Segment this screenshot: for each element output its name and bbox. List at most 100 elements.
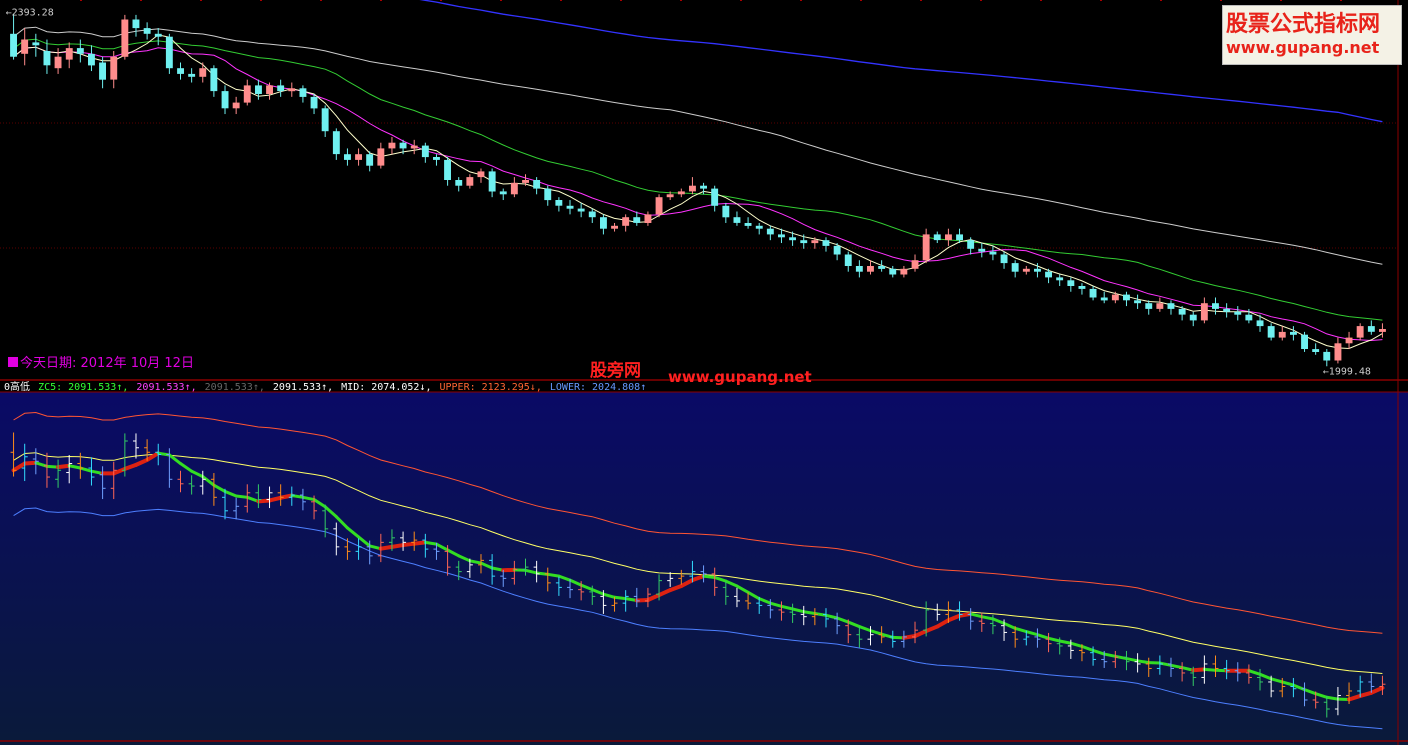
candle-body — [1056, 277, 1064, 281]
candle-body — [132, 19, 140, 29]
candle-body — [277, 85, 285, 92]
high-price-label: ←2393.28 — [6, 8, 54, 19]
candle-body — [1034, 268, 1041, 272]
candle-body — [1111, 294, 1119, 301]
candle-body — [1089, 288, 1097, 298]
zc5-segment — [1136, 659, 1151, 665]
indicator-legend: 0高低 ZC5: 2091.533↑, 2091.533↑, 2091.533↑… — [4, 378, 648, 393]
candle-body — [700, 185, 707, 189]
candle-body — [622, 217, 630, 226]
indicator-item-6: LOWER: 2024.808↑ — [549, 382, 647, 393]
candle-body — [989, 251, 997, 255]
candle-body — [43, 51, 51, 66]
candle-body — [900, 268, 908, 275]
candle-body — [1323, 351, 1331, 361]
watermark-url: www.gupang.net — [668, 368, 812, 386]
candle-body — [399, 142, 407, 149]
candle-body — [1067, 280, 1075, 286]
candle-body — [733, 217, 741, 223]
candle-body — [889, 268, 897, 275]
candle-body — [1000, 254, 1008, 264]
candle-body — [1234, 311, 1242, 315]
low-price-label: ←1999.48 — [1323, 366, 1371, 377]
candle-body — [121, 19, 129, 57]
candle-body — [522, 180, 529, 183]
candle-body — [778, 234, 785, 238]
candle-body — [1223, 308, 1231, 312]
zc5-segment — [290, 494, 305, 499]
candle-body — [88, 53, 95, 66]
candle-body — [1200, 303, 1208, 321]
candle-body — [600, 217, 607, 229]
candle-body — [711, 188, 719, 206]
candle-body — [1189, 314, 1197, 321]
candle-body — [455, 180, 463, 186]
candle-body — [533, 180, 541, 189]
candle-body — [510, 182, 518, 195]
candle-body — [1134, 300, 1141, 304]
candle-body — [1100, 297, 1108, 301]
candle-body — [878, 266, 886, 269]
candle-body — [811, 240, 819, 244]
candle-body — [1123, 294, 1130, 301]
candle-body — [21, 39, 29, 54]
logo-title: 股票公式指标网 — [1226, 12, 1381, 37]
candle-body — [1045, 271, 1052, 278]
date-text: 今天日期: 2012年 10月 12日 — [20, 356, 194, 371]
zc5-segment — [1202, 667, 1217, 672]
candle-body — [477, 171, 485, 178]
candle-body — [922, 234, 930, 261]
candle-body — [377, 148, 385, 166]
candle-body — [555, 200, 563, 206]
candle-body — [1278, 331, 1286, 338]
candle-body — [1011, 263, 1019, 272]
candle-body — [588, 211, 596, 218]
candle-body — [1301, 334, 1308, 349]
indicator-name: 0高低 — [4, 382, 31, 393]
candle-body — [32, 42, 40, 46]
candle-body — [544, 188, 552, 201]
candle-body — [789, 237, 796, 241]
candle-body — [1178, 308, 1186, 315]
date-marker-icon — [8, 357, 18, 367]
candle-body — [1167, 303, 1175, 309]
candle-body — [310, 96, 318, 109]
candle-body — [154, 33, 162, 37]
candle-body — [1145, 303, 1153, 309]
candle-body — [76, 48, 84, 54]
candle-body — [611, 225, 618, 229]
zc5-segment — [423, 540, 438, 546]
indicator-item-4: MID: 2074.052↓, — [341, 382, 432, 393]
candle-body — [143, 28, 151, 34]
indicator-item-2: 2091.533↑, — [204, 382, 265, 393]
candle-body — [54, 56, 62, 69]
zc5-segment — [1325, 695, 1340, 701]
candle-body — [967, 240, 975, 249]
candle-body — [744, 223, 752, 226]
candle-body — [1212, 303, 1219, 309]
candle-body — [10, 33, 17, 57]
candle-body — [433, 157, 440, 160]
candle-body — [444, 159, 451, 180]
candle-body — [210, 68, 218, 92]
candle-body — [655, 197, 663, 215]
candle-body — [1345, 337, 1353, 344]
candle-body — [1379, 329, 1386, 332]
candle-body — [332, 131, 340, 155]
candle-body — [689, 185, 696, 192]
candle-body — [1356, 326, 1364, 338]
candle-body — [933, 234, 941, 241]
candle-body — [366, 154, 374, 166]
date-label: 今天日期: 2012年 10月 12日 — [8, 352, 194, 371]
zc5-segment — [412, 540, 428, 546]
candle-body — [188, 73, 196, 77]
candle-body — [755, 225, 763, 229]
candle-body — [1156, 303, 1164, 309]
zc5-segment — [546, 572, 561, 578]
candle-body — [199, 68, 207, 77]
candle-body — [1267, 326, 1275, 338]
zc5-segment — [234, 494, 249, 499]
candle-body — [266, 85, 273, 94]
zc5-segment — [56, 463, 72, 470]
candle-body — [956, 234, 963, 241]
